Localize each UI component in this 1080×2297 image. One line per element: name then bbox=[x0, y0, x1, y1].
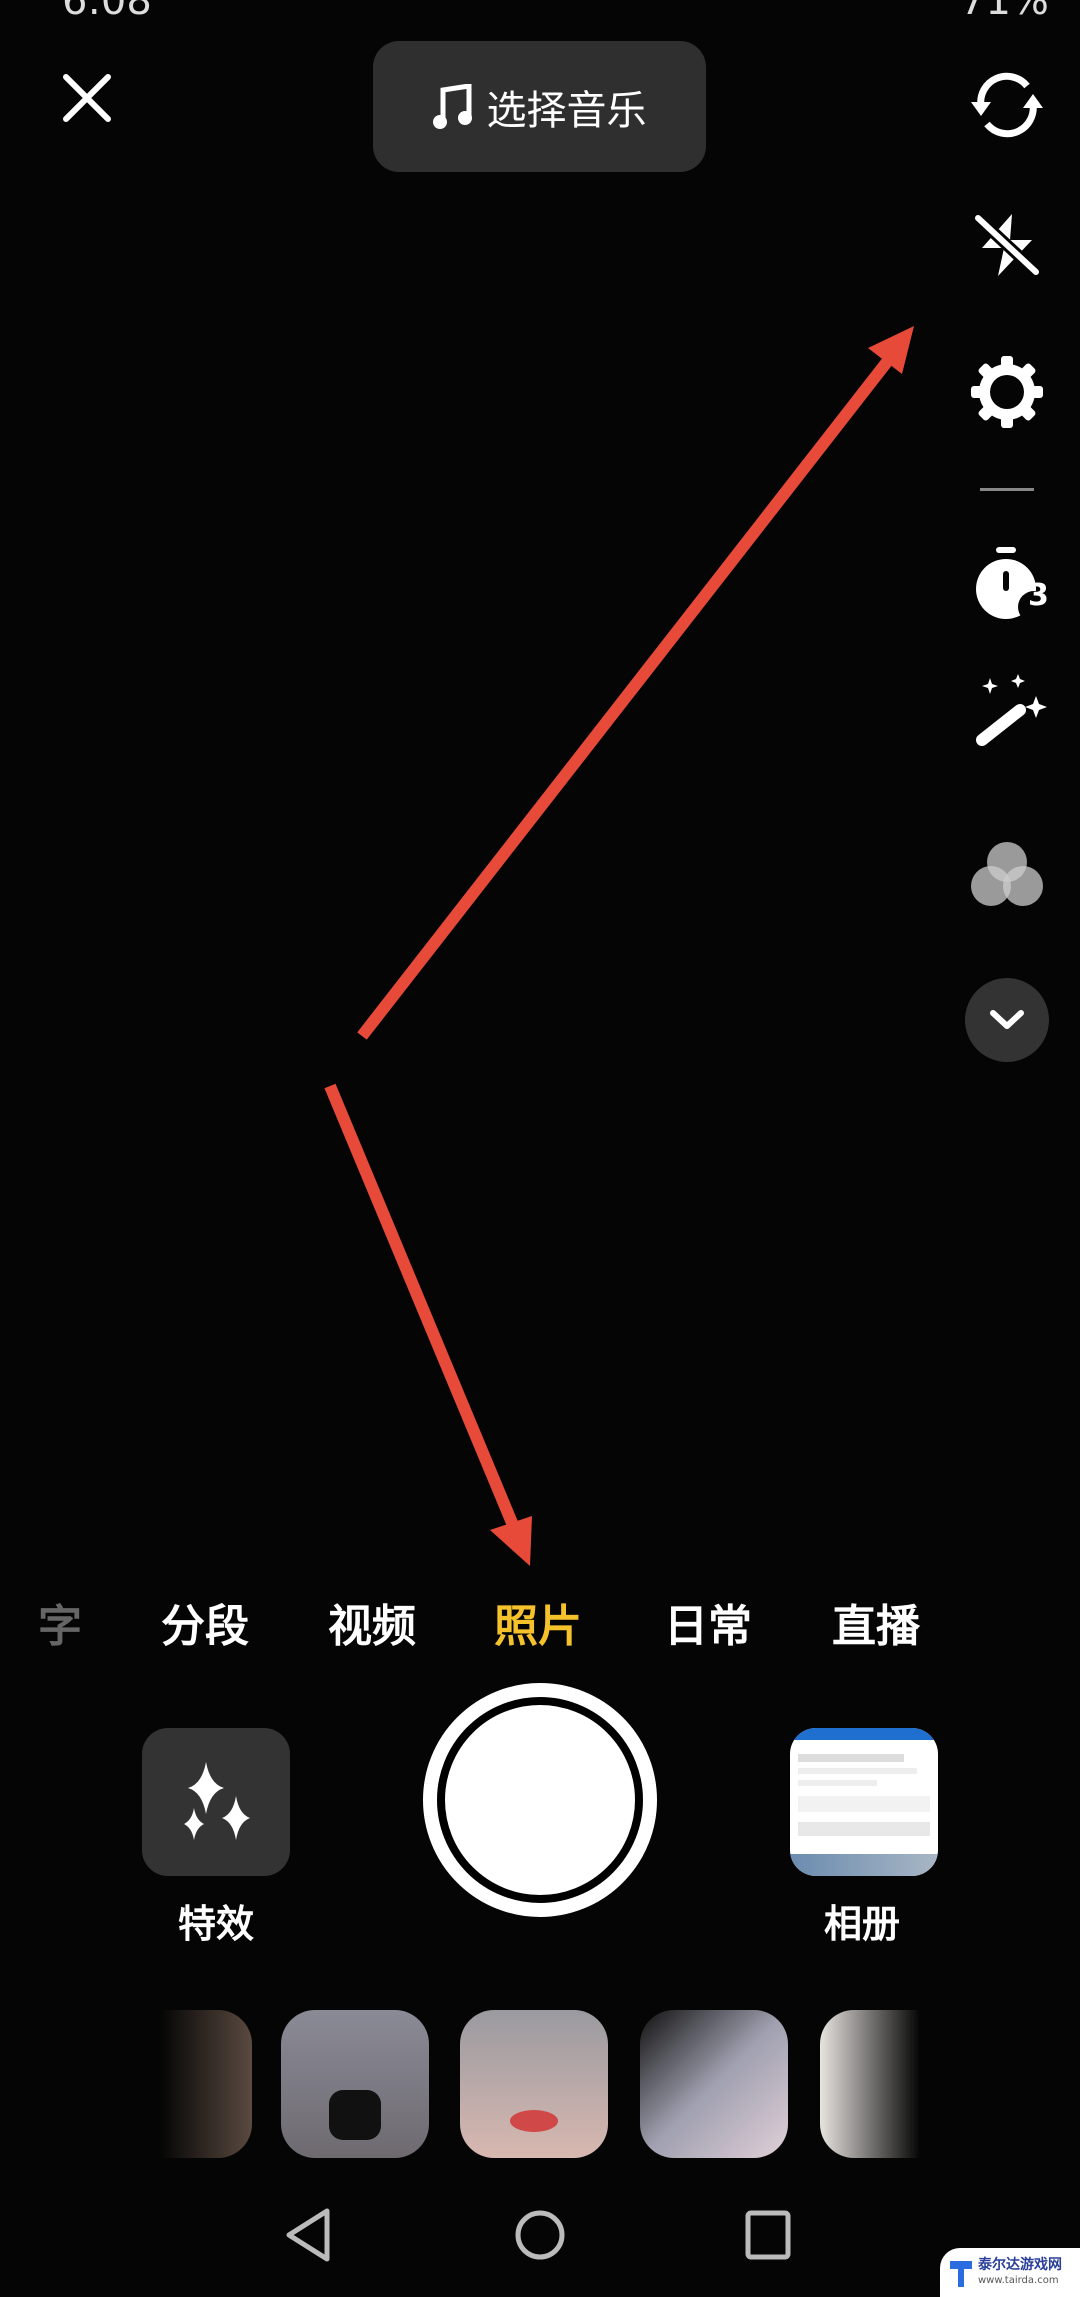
album-thumbnail bbox=[790, 1740, 938, 1850]
effect-thumbnail[interactable] bbox=[281, 2010, 429, 2158]
effects-label: 特效 bbox=[177, 1902, 255, 1946]
home-circle-icon bbox=[515, 2210, 565, 2260]
mode-tab-daily[interactable]: 日常 bbox=[664, 1590, 752, 1654]
sparkles-icon bbox=[184, 1762, 250, 1840]
mode-tab-segment[interactable]: 分段 bbox=[161, 1590, 249, 1654]
annotation-arrows bbox=[324, 326, 914, 1566]
watermark-logo: 泰尔达游戏网 www.tairda.com bbox=[940, 2248, 1080, 2297]
watermark-t-icon bbox=[950, 2260, 972, 2287]
recents-square-icon bbox=[745, 2210, 791, 2260]
mode-tab-photo[interactable]: 照片 bbox=[494, 1590, 582, 1654]
nav-home-button[interactable] bbox=[500, 2195, 580, 2275]
back-triangle-icon bbox=[286, 2208, 330, 2262]
watermark-text: 泰尔达游戏网 bbox=[978, 2256, 1062, 2273]
mode-tab-text[interactable]: 字 bbox=[38, 1590, 82, 1654]
effect-thumbnail[interactable] bbox=[460, 2010, 608, 2158]
watermark-url: www.tairda.com bbox=[978, 2274, 1059, 2286]
album-label: 相册 bbox=[823, 1902, 901, 1946]
nav-back-button[interactable] bbox=[268, 2195, 348, 2275]
mode-tab-video[interactable]: 视频 bbox=[328, 1590, 416, 1654]
effects-button[interactable] bbox=[142, 1728, 290, 1876]
effect-thumbnail[interactable] bbox=[820, 2010, 920, 2158]
effect-thumbnail[interactable] bbox=[160, 2010, 252, 2158]
album-thumbnail-header bbox=[790, 1728, 938, 1740]
arrow-to-photo-mode bbox=[324, 1083, 532, 1566]
nav-recents-button[interactable] bbox=[728, 2195, 808, 2275]
shutter-button[interactable] bbox=[423, 1683, 657, 1917]
arrow-to-toolbar bbox=[357, 326, 914, 1040]
effect-thumbnail[interactable] bbox=[640, 2010, 788, 2158]
mode-tab-live[interactable]: 直播 bbox=[832, 1590, 920, 1654]
album-button[interactable] bbox=[790, 1728, 938, 1876]
